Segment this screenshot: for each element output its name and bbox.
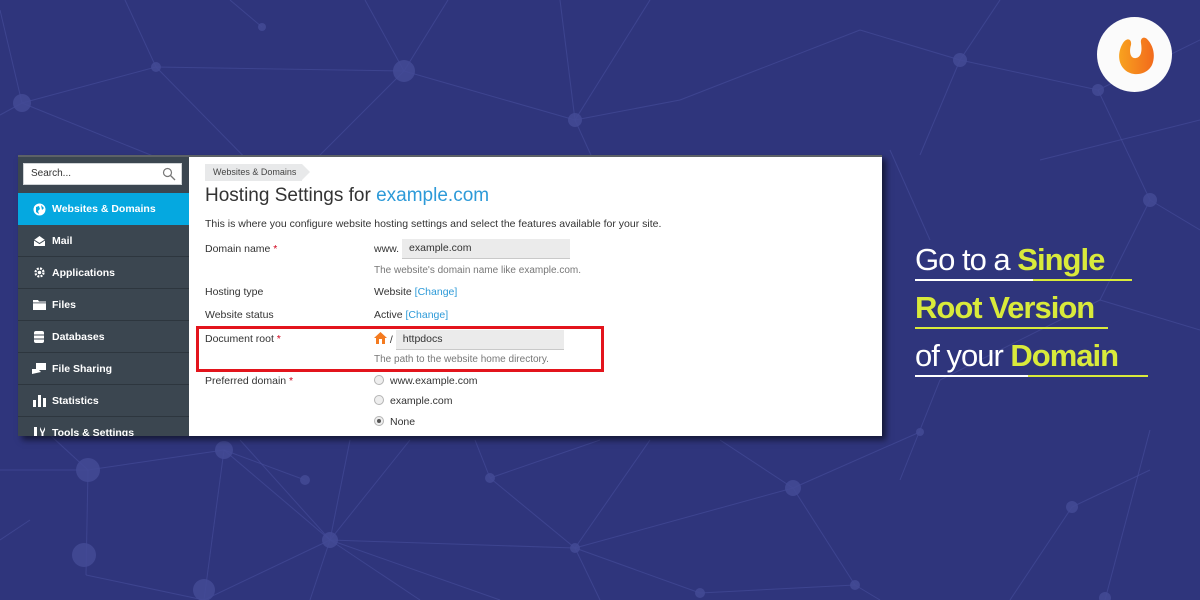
database-icon xyxy=(32,330,46,344)
required-mark: * xyxy=(289,375,294,387)
radio-button[interactable] xyxy=(374,395,384,405)
folder-icon xyxy=(32,298,46,312)
brand-logo-icon xyxy=(1118,37,1154,74)
mail-icon xyxy=(32,234,46,248)
page-title-prefix: Hosting Settings for xyxy=(205,185,377,206)
headline-line-1: Go to a Single xyxy=(915,240,1132,288)
sidebar-item-label: Files xyxy=(52,298,76,311)
sidebar-item-mail[interactable]: Mail xyxy=(18,225,189,257)
sidebar-item-applications[interactable]: Applications xyxy=(18,257,189,289)
hosting-type-label: Hosting type xyxy=(205,286,264,298)
sidebar-item-label: Mail xyxy=(52,234,73,247)
required-mark: * xyxy=(273,243,278,255)
search-icon[interactable] xyxy=(162,167,176,181)
tools-icon xyxy=(32,426,46,436)
headline-line-3: of your Domain xyxy=(915,336,1148,384)
sidebar-item-tools-settings[interactable]: Tools & Settings xyxy=(18,417,189,436)
page-title: Hosting Settings for example.com xyxy=(205,185,489,207)
hosting-type-value: Website [Change] xyxy=(374,286,458,298)
preferred-domain-label: Preferred domain * xyxy=(205,375,294,387)
underline-accent xyxy=(1028,375,1148,377)
sidebar-item-statistics[interactable]: Statistics xyxy=(18,385,189,417)
page-title-domain: example.com xyxy=(376,185,490,206)
sidebar-item-label: File Sharing xyxy=(52,362,113,375)
preferred-domain-option-www[interactable]: www.example.com xyxy=(374,375,478,387)
hosting-settings-screenshot: Search... Websites & Domains Mail Applic… xyxy=(18,155,882,436)
preferred-domain-option-bare[interactable]: example.com xyxy=(374,395,452,407)
preferred-domain-option-none[interactable]: None xyxy=(374,416,415,428)
sidebar-item-label: Tools & Settings xyxy=(52,426,135,437)
sidebar-item-websites-domains[interactable]: Websites & Domains xyxy=(18,193,189,225)
underline-accent xyxy=(915,327,1108,329)
globe-icon xyxy=(32,202,46,216)
radio-button[interactable] xyxy=(374,375,384,385)
headline-line-2: Root Version xyxy=(915,288,1118,336)
domain-name-field[interactable]: example.com xyxy=(402,239,571,259)
file-sharing-icon xyxy=(32,362,46,376)
breadcrumb[interactable]: Websites & Domains xyxy=(205,164,311,181)
brand-logo xyxy=(1097,17,1172,92)
sidebar-item-label: Statistics xyxy=(52,394,99,407)
radio-button-selected[interactable] xyxy=(374,416,384,426)
domain-prefix: www. xyxy=(374,242,400,255)
page-description: This is where you configure website host… xyxy=(205,218,662,230)
sidebar-item-files[interactable]: Files xyxy=(18,289,189,321)
sidebar-item-label: Websites & Domains xyxy=(52,203,156,215)
sidebar: Search... Websites & Domains Mail Applic… xyxy=(18,157,189,436)
sidebar-item-file-sharing[interactable]: File Sharing xyxy=(18,353,189,385)
document-root-highlight-box xyxy=(196,326,604,372)
underline-accent xyxy=(1033,279,1132,281)
underline xyxy=(915,279,1033,281)
domain-name-row: www. example.com xyxy=(374,239,571,259)
hosting-type-change-link[interactable]: [Change] xyxy=(415,286,458,298)
search-input[interactable]: Search... xyxy=(23,163,182,185)
sidebar-item-label: Databases xyxy=(52,330,105,343)
search-placeholder: Search... xyxy=(31,168,72,179)
website-status-label: Website status xyxy=(205,309,274,321)
underline xyxy=(915,375,1028,377)
main-content: Websites & Domains Hosting Settings for … xyxy=(189,157,882,436)
gear-icon xyxy=(32,266,46,280)
website-status-change-link[interactable]: [Change] xyxy=(406,309,449,321)
sidebar-item-databases[interactable]: Databases xyxy=(18,321,189,353)
domain-name-label: Domain name * xyxy=(205,243,278,255)
sidebar-item-label: Applications xyxy=(52,266,116,279)
domain-name-hint: The website's domain name like example.c… xyxy=(374,265,582,276)
headline: Go to a Single Root Version of your Doma… xyxy=(915,240,1148,384)
bar-chart-icon xyxy=(32,394,46,408)
website-status-value: Active [Change] xyxy=(374,309,449,321)
